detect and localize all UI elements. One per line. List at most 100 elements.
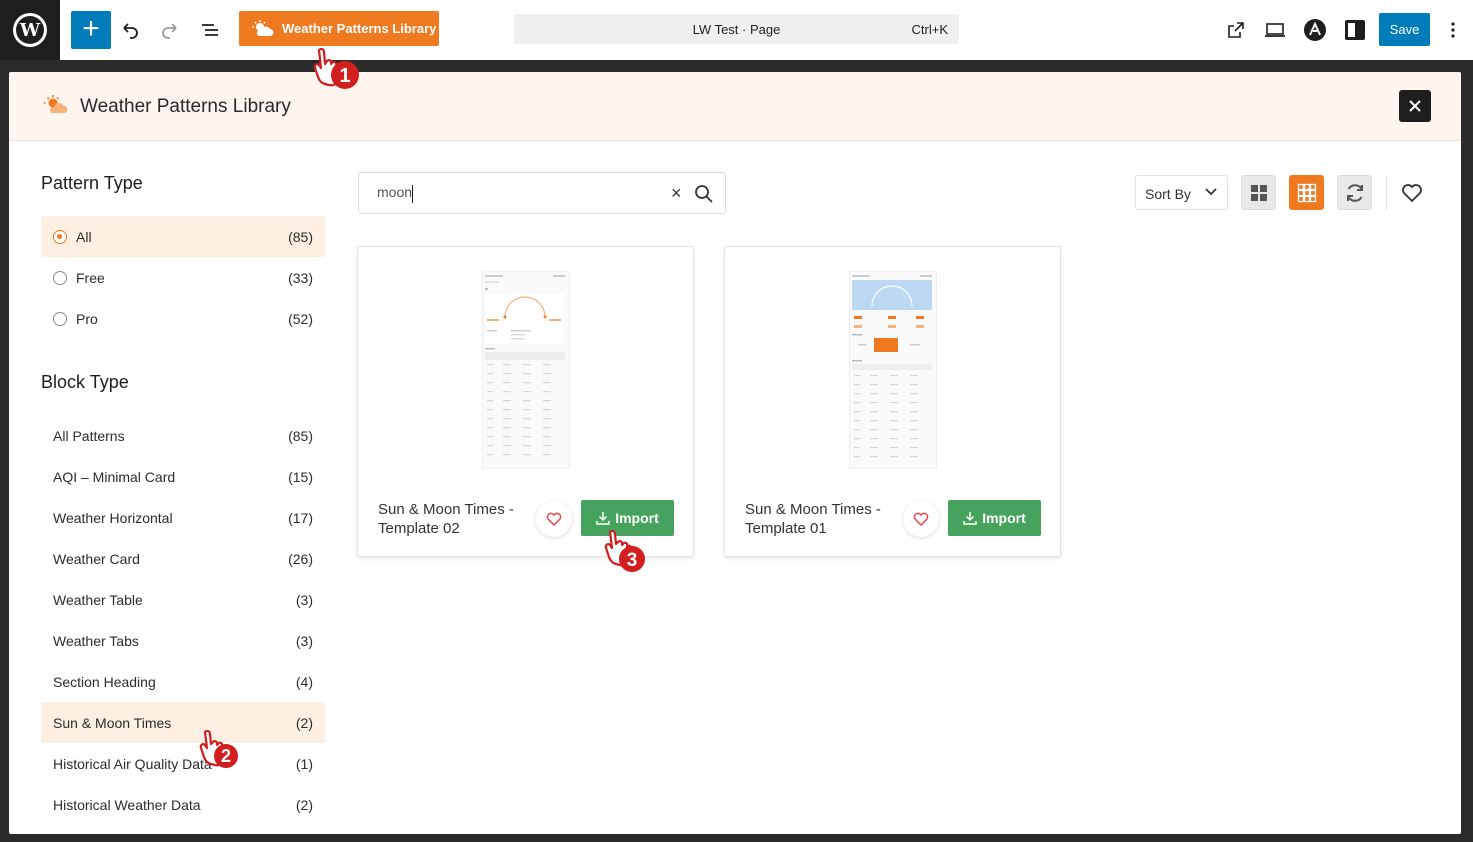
redo-icon[interactable] [154, 14, 186, 46]
pattern-type-count: (33) [288, 270, 313, 286]
pattern-card: Sun & Moon Times - Template 02 Import [357, 246, 694, 557]
block-type-all-patterns[interactable]: All Patterns (85) [41, 415, 325, 456]
download-icon [963, 512, 977, 525]
radio-icon[interactable] [53, 271, 67, 285]
block-type-count: (3) [295, 633, 313, 649]
pattern-type-free[interactable]: Free (33) [41, 257, 325, 298]
clear-search-icon[interactable]: × [671, 183, 682, 204]
pattern-search-box: × [358, 172, 726, 214]
modal-header: Weather Patterns Library [9, 72, 1461, 141]
toolbar-divider [1386, 175, 1387, 210]
step-marker-2: 2 [199, 729, 238, 768]
grid-3x3-icon [1297, 183, 1316, 202]
command-palette-bar[interactable]: LW Test · Page Ctrl+K [514, 14, 959, 44]
block-type-weather-tabs[interactable]: Weather Tabs (3) [41, 620, 325, 661]
block-type-count: (15) [288, 469, 313, 485]
grid-large-view-button[interactable] [1241, 175, 1276, 210]
radio-icon[interactable] [53, 312, 67, 326]
add-favorite-button[interactable] [536, 501, 572, 537]
document-overview-icon[interactable] [194, 14, 226, 46]
block-type-historical-weather[interactable]: Historical Weather Data (2) [41, 784, 325, 825]
step-number: 3 [627, 550, 638, 571]
step-marker-1: 1 [313, 47, 359, 89]
sync-patterns-button[interactable] [1337, 175, 1372, 210]
save-button[interactable]: Save [1379, 13, 1430, 46]
pattern-name: Sun & Moon Times - Template 02 [378, 501, 514, 537]
wordpress-logo-icon[interactable]: W [0, 0, 60, 60]
pattern-type-label: Pro [76, 311, 98, 327]
block-type-weather-horizontal[interactable]: Weather Horizontal (17) [41, 497, 325, 538]
options-menu-icon[interactable] [1437, 14, 1469, 46]
block-type-count: (2) [295, 797, 313, 813]
grid-small-view-button[interactable] [1289, 175, 1324, 210]
close-modal-button[interactable] [1399, 90, 1431, 122]
block-type-historical-air-quality[interactable]: Historical Air Quality Data (1) [41, 743, 325, 784]
heart-outline-icon [913, 512, 929, 526]
block-type-section-heading[interactable]: Section Heading (4) [41, 661, 325, 702]
block-type-count: (1) [295, 756, 313, 772]
block-type-count: (4) [295, 674, 313, 690]
undo-icon[interactable] [114, 14, 146, 46]
block-type-sun-moon-times[interactable]: Sun & Moon Times (2) [41, 702, 325, 743]
device-preview-icon[interactable] [1259, 14, 1291, 46]
import-label: Import [982, 510, 1026, 526]
import-button[interactable]: Import [948, 500, 1041, 536]
patterns-library-modal: Weather Patterns Library Pattern Type Al… [9, 72, 1461, 834]
step-number: 1 [339, 65, 350, 87]
block-type-label: Historical Weather Data [53, 797, 201, 813]
radio-selected-icon[interactable] [53, 230, 67, 244]
import-label: Import [615, 510, 659, 526]
download-icon [596, 512, 610, 525]
settings-sidebar-icon[interactable] [1339, 14, 1371, 46]
block-type-label: AQI – Minimal Card [53, 469, 176, 485]
heart-outline-icon [1401, 183, 1422, 202]
block-type-count: (3) [295, 592, 313, 608]
weather-sun-cloud-icon [43, 95, 68, 113]
add-block-button[interactable]: + [71, 11, 111, 49]
block-type-label: Weather Table [53, 592, 143, 608]
library-button-label: Weather Patterns Library [282, 21, 437, 36]
block-type-heading: Block Type [41, 372, 129, 392]
favorites-filter-button[interactable] [1394, 175, 1429, 210]
grid-2x2-icon [1250, 184, 1267, 201]
block-type-label: Weather Tabs [53, 633, 139, 649]
editor-top-bar: W + Weather Patterns Library LW Test · P… [0, 0, 1473, 60]
sort-by-label: Sort By [1145, 186, 1191, 202]
block-type-weather-card[interactable]: Weather Card (26) [41, 538, 325, 579]
search-input[interactable] [377, 184, 657, 200]
document-title: LW Test · Page [692, 22, 781, 37]
pattern-type-label: All [76, 229, 92, 245]
astra-logo-icon[interactable] [1299, 14, 1331, 46]
weather-sun-cloud-icon [252, 19, 274, 36]
chevron-down-icon [1205, 188, 1217, 196]
modal-title: Weather Patterns Library [80, 96, 291, 117]
step-marker-3: 3 [604, 529, 645, 572]
block-type-count: (17) [288, 510, 313, 526]
text-caret [412, 185, 413, 203]
pattern-preview-thumbnail[interactable] [482, 271, 570, 469]
block-type-label: Sun & Moon Times [53, 715, 172, 731]
add-favorite-button[interactable] [903, 501, 939, 537]
close-icon [1409, 100, 1421, 112]
block-type-aqi-minimal-card[interactable]: AQI – Minimal Card (15) [41, 456, 325, 497]
block-type-weather-table[interactable]: Weather Table (3) [41, 579, 325, 620]
block-type-label: Historical Air Quality Data [53, 756, 212, 772]
pattern-type-all[interactable]: All (85) [41, 216, 325, 257]
block-type-count: (26) [288, 551, 313, 567]
search-icon[interactable] [694, 184, 714, 204]
pattern-type-pro[interactable]: Pro (52) [41, 298, 325, 339]
pattern-type-count: (52) [288, 311, 313, 327]
pattern-type-count: (85) [288, 229, 313, 245]
block-type-label: All Patterns [53, 428, 125, 444]
weather-patterns-library-button[interactable]: Weather Patterns Library [239, 11, 439, 46]
block-type-count: (2) [295, 715, 313, 731]
external-link-icon[interactable] [1220, 14, 1252, 46]
block-type-label: Weather Horizontal [53, 510, 173, 526]
pattern-preview-thumbnail[interactable] [849, 271, 937, 469]
pattern-type-label: Free [76, 270, 105, 286]
sort-by-dropdown[interactable]: Sort By [1135, 175, 1228, 210]
pattern-name: Sun & Moon Times - Template 01 [745, 501, 881, 537]
block-type-label: Section Heading [53, 674, 156, 690]
block-type-label: Weather Card [53, 551, 140, 567]
block-type-count: (85) [288, 428, 313, 444]
